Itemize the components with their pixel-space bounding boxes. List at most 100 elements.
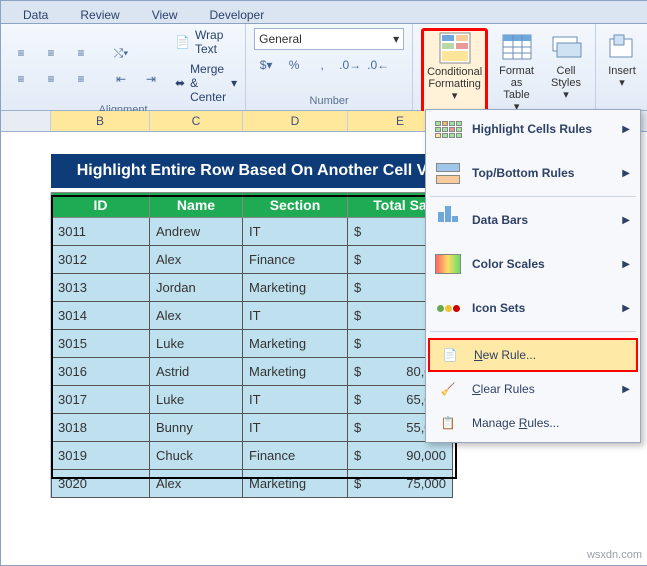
cell-section[interactable]: IT: [243, 414, 348, 442]
cell-section[interactable]: Marketing: [243, 274, 348, 302]
decrease-decimal-icon[interactable]: .0←: [366, 53, 390, 77]
percent-format-icon[interactable]: %: [282, 53, 306, 77]
decrease-indent-icon[interactable]: ⇤: [109, 67, 133, 91]
header-section[interactable]: Section: [243, 192, 348, 218]
menu-new-rule[interactable]: 📄 New Rule...: [428, 338, 638, 372]
tab-developer[interactable]: Developer: [196, 6, 279, 23]
table-row[interactable]: 3020AlexMarketing$75,000: [1, 470, 647, 498]
menu-color-scales[interactable]: Color Scales ▶: [426, 247, 640, 281]
wrap-text-icon: 📄: [175, 35, 190, 49]
menu-databars-label: Data Bars: [472, 213, 528, 227]
cell-id[interactable]: 3014: [51, 302, 150, 330]
cell-section[interactable]: Finance: [243, 246, 348, 274]
orientation-icon[interactable]: ⤭▾: [109, 41, 133, 65]
align-right-icon[interactable]: ≡: [69, 67, 93, 91]
cell-name[interactable]: Luke: [150, 386, 243, 414]
format-as-table-button[interactable]: Format as Table ▾: [494, 28, 539, 114]
cell-section[interactable]: IT: [243, 218, 348, 246]
menu-top-bottom[interactable]: Top/Bottom Rules ▶: [426, 156, 640, 190]
menu-clear-label: Clear Rules: [472, 382, 535, 396]
tab-view[interactable]: View: [138, 6, 192, 23]
cell-id[interactable]: 3019: [51, 442, 150, 470]
menu-icon-sets[interactable]: Icon Sets ▶: [426, 291, 640, 325]
chevron-down-icon: ▾: [393, 32, 399, 46]
format-table-icon: [501, 31, 533, 63]
accounting-format-icon[interactable]: $▾: [254, 53, 278, 77]
cell-section[interactable]: Marketing: [243, 470, 348, 498]
cell-id[interactable]: 3020: [51, 470, 150, 498]
group-styles: Conditional Formatting ▾ Format as Table…: [413, 24, 596, 110]
insert-button[interactable]: Insert▾: [601, 28, 643, 90]
tab-data[interactable]: Data: [9, 6, 62, 23]
cell-total[interactable]: $75,000: [348, 470, 453, 498]
header-id[interactable]: ID: [51, 192, 150, 218]
cell-name[interactable]: Chuck: [150, 442, 243, 470]
submenu-arrow-icon: ▶: [622, 168, 630, 179]
align-center-icon[interactable]: ≡: [39, 67, 63, 91]
align-middle-icon[interactable]: ≡: [39, 41, 63, 65]
cell-name[interactable]: Astrid: [150, 358, 243, 386]
cell-styles-button[interactable]: Cell Styles ▾: [545, 28, 587, 114]
cf-label: Conditional Formatting ▾: [427, 66, 482, 102]
number-format-value: General: [259, 32, 302, 46]
submenu-arrow-icon: ▶: [622, 124, 630, 135]
conditional-formatting-menu: Highlight Cells Rules ▶ Top/Bottom Rules…: [425, 109, 641, 443]
cell-section[interactable]: IT: [243, 302, 348, 330]
new-rule-icon: 📄: [436, 344, 464, 366]
menu-highlight-cells[interactable]: Highlight Cells Rules ▶: [426, 112, 640, 146]
cell-name[interactable]: Bunny: [150, 414, 243, 442]
cell-id[interactable]: 3015: [51, 330, 150, 358]
ribbon: ≡ ≡ ≡ ⤭▾ ≡ ≡ ≡ ⇤ ⇥ 📄 Wrap T: [1, 24, 647, 111]
align-bottom-icon[interactable]: ≡: [69, 41, 93, 65]
cell-id[interactable]: 3016: [51, 358, 150, 386]
cell-id[interactable]: 3012: [51, 246, 150, 274]
menu-data-bars[interactable]: Data Bars ▶: [426, 203, 640, 237]
cell-section[interactable]: IT: [243, 386, 348, 414]
cell-name[interactable]: Alex: [150, 246, 243, 274]
cell-name[interactable]: Alex: [150, 302, 243, 330]
align-left-icon[interactable]: ≡: [9, 67, 33, 91]
align-top-icon[interactable]: ≡: [9, 41, 33, 65]
cell-styles-icon: [550, 31, 582, 63]
number-format-select[interactable]: General ▾: [254, 28, 404, 50]
increase-decimal-icon[interactable]: .0→: [338, 53, 362, 77]
menu-manage-label: Manage Rules...: [472, 416, 559, 430]
menu-iconsets-label: Icon Sets: [472, 301, 525, 315]
wrap-text-button[interactable]: 📄 Wrap Text: [175, 28, 237, 56]
merge-center-button[interactable]: ⬌ Merge & Center ▾: [175, 62, 237, 104]
title-cell[interactable]: Highlight Entire Row Based On Another Ce…: [51, 154, 453, 188]
cell-id[interactable]: 3011: [51, 218, 150, 246]
menu-manage-rules[interactable]: 📋 Manage Rules...: [426, 406, 640, 440]
tab-review[interactable]: Review: [66, 6, 133, 23]
highlight-cells-icon: [434, 118, 462, 140]
cell-id[interactable]: 3017: [51, 386, 150, 414]
menu-clear-rules[interactable]: 🧹 Clear Rules ▶: [426, 372, 640, 406]
increase-indent-icon[interactable]: ⇥: [139, 67, 163, 91]
format-table-label: Format as Table ▾: [499, 65, 534, 113]
cell-section[interactable]: Marketing: [243, 358, 348, 386]
chevron-down-icon: ▾: [231, 76, 237, 90]
cell-name[interactable]: Andrew: [150, 218, 243, 246]
cell-styles-label: Cell Styles ▾: [550, 65, 582, 101]
group-number: General ▾ $▾ % , .0→ .0← Number: [246, 24, 413, 110]
top-bottom-icon: [434, 162, 462, 184]
col-header-d[interactable]: D: [243, 111, 348, 131]
submenu-arrow-icon: ▶: [622, 215, 630, 226]
col-header-b[interactable]: B: [51, 111, 150, 131]
cell-section[interactable]: Marketing: [243, 330, 348, 358]
comma-format-icon[interactable]: ,: [310, 53, 334, 77]
cell-name[interactable]: Luke: [150, 330, 243, 358]
menu-highlight-label: Highlight Cells Rules: [472, 122, 592, 136]
merge-icon: ⬌: [175, 76, 185, 90]
col-header-c[interactable]: C: [150, 111, 243, 131]
cell-id[interactable]: 3013: [51, 274, 150, 302]
cell-name[interactable]: Alex: [150, 470, 243, 498]
header-name[interactable]: Name: [150, 192, 243, 218]
cell-id[interactable]: 3018: [51, 414, 150, 442]
cell-section[interactable]: Finance: [243, 442, 348, 470]
conditional-formatting-button[interactable]: Conditional Formatting ▾: [421, 28, 488, 114]
table-row[interactable]: 3019ChuckFinance$90,000: [1, 442, 647, 470]
manage-rules-icon: 📋: [434, 412, 462, 434]
cell-total[interactable]: $90,000: [348, 442, 453, 470]
cell-name[interactable]: Jordan: [150, 274, 243, 302]
